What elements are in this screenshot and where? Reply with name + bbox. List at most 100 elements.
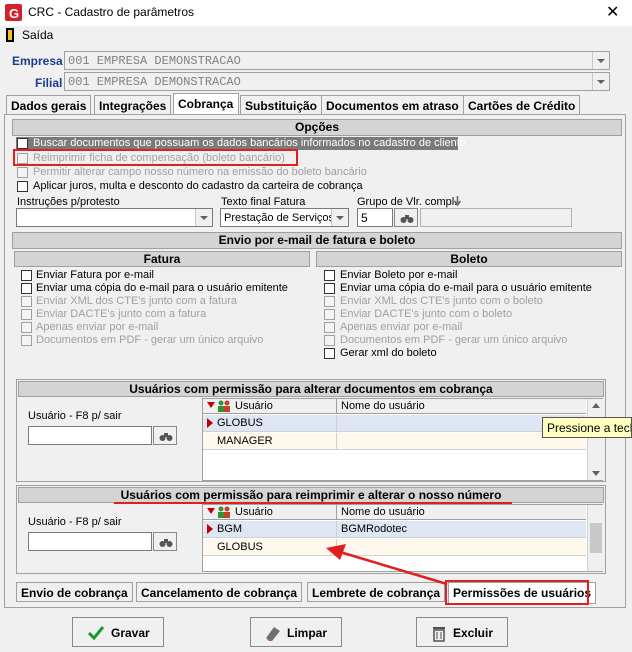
empresa-select[interactable]: 001 EMPRESA DEMONSTRACAO (64, 51, 610, 70)
grupo-search-button[interactable] (394, 208, 418, 227)
scroll-down-icon[interactable] (592, 471, 600, 476)
scroll-thumb[interactable] (590, 523, 602, 553)
boleto-xml-checkbox (324, 296, 335, 307)
envio-header: Envio por e-mail de fatura e boleto (12, 232, 622, 249)
trash-icon (433, 627, 445, 642)
boleto-enviar-checkbox[interactable] (324, 270, 335, 281)
perm2-header: Usuários com permissão para reimprimir e… (18, 487, 604, 503)
delete-button[interactable]: Excluir (416, 617, 508, 647)
grupo-description (420, 208, 572, 227)
fatura-header: Fatura (14, 251, 310, 267)
opcao-permitir-checkbox (17, 167, 28, 178)
perm2-row-name: BGMRodotec (341, 523, 408, 535)
sort-down-icon (207, 508, 215, 514)
fatura-copia-checkbox[interactable] (21, 283, 32, 294)
table-row[interactable]: BGM BGMRodotec (203, 521, 586, 538)
clear-button[interactable]: Limpar (250, 617, 342, 647)
tab-cartoes-credito[interactable]: Cartões de Crédito (463, 95, 581, 115)
fatura-pdf-label: Documentos em PDF - gerar um único arqui… (36, 334, 264, 346)
sort-down-icon (207, 402, 215, 408)
perm1-scrollbar[interactable] (587, 399, 603, 480)
fatura-pdf-checkbox (21, 335, 32, 346)
perm2-scrollbar[interactable] (587, 505, 603, 571)
delete-label: Excluir (453, 626, 494, 640)
tab-integracoes[interactable]: Integrações (94, 95, 172, 115)
boleto-copia-checkbox[interactable] (324, 283, 335, 294)
subtab-envio-cobranca[interactable]: Envio de cobrança (16, 582, 133, 602)
opcao-buscar-label: Buscar documentos que possuam os dados b… (33, 137, 466, 149)
grupo-label: Grupo de Vlr. compl. (357, 196, 458, 208)
filial-label: Filial (35, 76, 63, 90)
boleto-header: Boleto (316, 251, 622, 267)
perm1-grid-header: Usuário Nome do usuário (203, 399, 586, 414)
perm1-search-button[interactable] (153, 426, 177, 445)
tab-substituicao[interactable]: Substituição (240, 95, 323, 115)
binoculars-icon (159, 433, 173, 441)
eraser-icon (266, 627, 280, 641)
boleto-dacte-checkbox (324, 309, 335, 320)
boleto-copia-label: Enviar uma cópia do e-mail para o usuári… (340, 282, 592, 294)
instrucoes-label: Instruções p/protesto (17, 196, 120, 208)
perm2-col-user[interactable]: Usuário (235, 506, 273, 518)
boleto-apenas-checkbox (324, 322, 335, 333)
perm1-grid[interactable]: Usuário Nome do usuário GLOBUS MANAGER (202, 398, 603, 481)
opcao-buscar-checkbox[interactable] (17, 138, 28, 149)
app-logo-icon: G (5, 4, 22, 21)
perm2-row-user: BGM (217, 523, 243, 535)
tab-documentos-atraso[interactable]: Documentos em atraso (321, 95, 464, 115)
tab-cobranca[interactable]: Cobrança (173, 93, 239, 115)
binoculars-icon (400, 215, 414, 223)
subtab-cancelamento-cobranca[interactable]: Cancelamento de cobrança (136, 582, 303, 602)
table-row[interactable]: GLOBUS (203, 415, 586, 432)
menu-exit[interactable]: Saída (22, 28, 53, 42)
perm2-user-label: Usuário - F8 p/ sair (28, 516, 122, 528)
tooltip: Pressione a tecla (542, 417, 632, 438)
perm1-col-user[interactable]: Usuário (235, 400, 273, 412)
current-row-icon (207, 524, 213, 534)
fatura-dacte-label: Enviar DACTE's junto com a fatura (36, 308, 207, 320)
fatura-dacte-checkbox (21, 309, 32, 320)
grupo-input[interactable]: 5 (357, 208, 393, 227)
perm2-user-input[interactable] (28, 532, 152, 551)
menu-bar (0, 26, 632, 45)
boleto-gerar-xml-checkbox[interactable] (324, 348, 335, 359)
close-icon[interactable]: ✕ (606, 2, 619, 21)
svg-text:G: G (9, 6, 19, 21)
current-row-icon (207, 418, 213, 428)
perm1-col-name[interactable]: Nome do usuário (341, 400, 425, 412)
perm2-row-user: GLOBUS (217, 541, 263, 553)
perm1-user-input[interactable] (28, 426, 152, 445)
fatura-enviar-label: Enviar Fatura por e-mail (36, 269, 154, 281)
users-icon (218, 506, 230, 518)
clear-label: Limpar (287, 626, 328, 640)
opcao-juros-checkbox[interactable] (17, 181, 28, 192)
users-icon (218, 400, 230, 412)
tab-dados-gerais[interactable]: Dados gerais (6, 95, 92, 115)
opcao-permitir-label: Permitir alterar campo nosso número na e… (33, 166, 367, 178)
chevron-down-icon[interactable] (592, 73, 609, 90)
fatura-apenas-checkbox (21, 322, 32, 333)
perm1-row-user: GLOBUS (217, 417, 263, 429)
empresa-label: Empresa (12, 54, 63, 68)
chevron-down-icon[interactable] (592, 52, 609, 69)
column-divider (336, 521, 337, 538)
fatura-copia-label: Enviar uma cópia do e-mail para o usuári… (36, 282, 288, 294)
table-row[interactable]: MANAGER (203, 433, 586, 450)
perm2-search-button[interactable] (153, 532, 177, 551)
save-label: Gravar (111, 626, 150, 640)
boleto-pdf-label: Documentos em PDF - gerar um único arqui… (340, 334, 568, 346)
fatura-xml-label: Enviar XML dos CTE's junto com a fatura (36, 295, 237, 307)
chevron-down-icon[interactable] (195, 209, 212, 226)
instrucoes-select[interactable] (16, 208, 213, 227)
filial-select[interactable]: 001 EMPRESA DEMONSTRACAO (64, 72, 610, 91)
texto-final-label: Texto final Fatura (221, 196, 306, 208)
scroll-up-icon[interactable] (592, 403, 600, 408)
texto-final-select[interactable]: Prestação de Serviços (220, 208, 349, 227)
perm1-header: Usuários com permissão para alterar docu… (18, 381, 604, 397)
save-button[interactable]: Gravar (72, 617, 164, 647)
chevron-down-icon[interactable] (331, 209, 348, 226)
perm2-col-name[interactable]: Nome do usuário (341, 506, 425, 518)
fatura-enviar-checkbox[interactable] (21, 270, 32, 281)
check-icon (87, 626, 105, 641)
annotation-arrow (326, 544, 448, 586)
